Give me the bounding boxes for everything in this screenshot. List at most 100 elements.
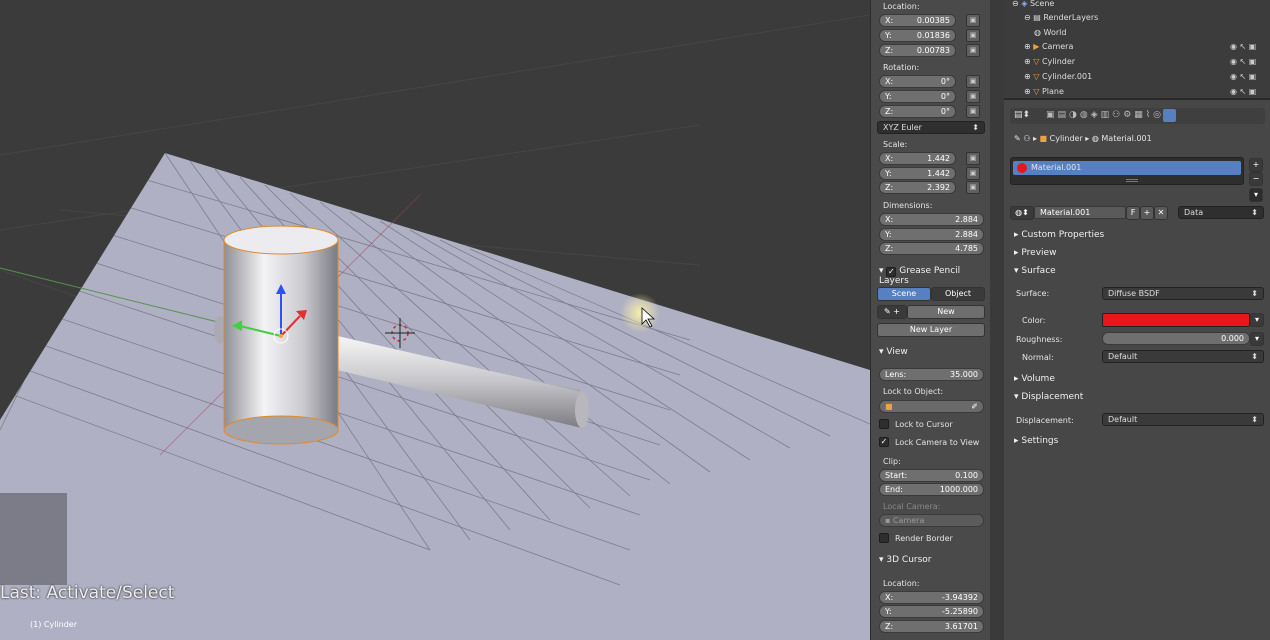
grease-scene-tab[interactable]: Scene <box>877 287 931 301</box>
material-browse-button[interactable]: ◍⬍ <box>1010 206 1034 220</box>
pencil-icon[interactable]: ✎ + <box>877 305 907 319</box>
camera-icon: ▪ <box>885 516 891 525</box>
displacement-dropdown[interactable]: Default ⬍ <box>1102 413 1264 426</box>
3d-cursor-header[interactable]: ▾ 3D Cursor <box>879 555 932 565</box>
outliner-item-cylinder[interactable]: ⊕ ▽ Cylinder <box>1024 57 1075 66</box>
remove-slot-button[interactable]: − <box>1249 172 1263 186</box>
lock-icon[interactable]: ▣ <box>966 105 980 118</box>
field-value: 35.000 <box>950 370 978 379</box>
rotation-z-field[interactable]: Z: 0° <box>879 105 956 118</box>
fake-user-button[interactable]: F <box>1126 206 1140 220</box>
new-layer-button[interactable]: New Layer <box>877 323 985 337</box>
lock-icon[interactable]: ▣ <box>966 14 980 27</box>
outliner-item-renderlayers[interactable]: ⊖ ▤ RenderLayers <box>1024 13 1098 22</box>
lens-field[interactable]: Lens: 35.000 <box>879 368 984 381</box>
grease-new-button[interactable]: New <box>907 305 985 319</box>
dimension-y-field[interactable]: Y: 2.884 <box>879 228 984 241</box>
visibility-icons[interactable]: ◉ ↖ ▣ <box>1230 87 1256 96</box>
link-mode-dropdown[interactable]: Data ⬍ <box>1178 206 1264 219</box>
cursor-y-field[interactable]: Y: -5.25890 <box>879 605 984 618</box>
dimension-x-field[interactable]: X: 2.884 <box>879 213 984 226</box>
rotation-x-field[interactable]: X: 0° <box>879 75 956 88</box>
lock-icon[interactable]: ▣ <box>966 152 980 165</box>
custom-properties-header[interactable]: ▸ Custom Properties <box>1014 230 1104 240</box>
color-swatch[interactable] <box>1102 313 1250 327</box>
new-material-button[interactable]: + <box>1140 206 1154 220</box>
volume-header[interactable]: ▸ Volume <box>1014 374 1055 384</box>
scale-z-field[interactable]: Z: 2.392 <box>879 181 956 194</box>
lock-object-field[interactable]: ■ ✐ <box>879 400 984 413</box>
surface-header[interactable]: ▾ Surface <box>1014 266 1056 276</box>
clip-start-field[interactable]: Start: 0.100 <box>879 469 984 482</box>
material-name-field[interactable]: Material.001 <box>1034 206 1126 219</box>
scale-x-field[interactable]: X: 1.442 <box>879 152 956 165</box>
grease-object-tab[interactable]: Object <box>931 287 985 301</box>
editor-type-icon[interactable]: ▤⬍ <box>1014 110 1030 120</box>
ground-plane[interactable] <box>0 153 870 640</box>
last-operator-label[interactable]: Last: Activate/Select <box>0 583 174 603</box>
rotation-mode-dropdown[interactable]: XYZ Euler ⬍ <box>877 121 985 134</box>
lock-icon[interactable]: ▣ <box>966 181 980 194</box>
surface-shader-dropdown[interactable]: Diffuse BSDF ⬍ <box>1102 287 1264 300</box>
normal-dropdown[interactable]: Default ⬍ <box>1102 350 1264 363</box>
outliner-item-plane[interactable]: ⊕ ▽ Plane <box>1024 87 1064 96</box>
navigation-widget[interactable] <box>0 493 67 585</box>
slot-specials-button[interactable]: ▾ <box>1249 188 1263 202</box>
pin-icon[interactable]: ✎ <box>1014 134 1021 143</box>
outliner-item-camera[interactable]: ⊕ ▶ Camera <box>1024 42 1073 51</box>
settings-header[interactable]: ▸ Settings <box>1014 436 1058 446</box>
roughness-slider[interactable]: 0.000 <box>1102 332 1250 345</box>
material-slot-list[interactable]: Material.001 <box>1010 157 1244 185</box>
lock-icon[interactable]: ▣ <box>966 75 980 88</box>
dimension-z-field[interactable]: Z: 4.785 <box>879 242 984 255</box>
outliner-item-scene[interactable]: ⊖ ◈ Scene <box>1012 0 1054 8</box>
object-icon: ⚇ <box>1023 134 1031 143</box>
lock-to-cursor-checkbox[interactable] <box>879 419 889 429</box>
add-slot-button[interactable]: + <box>1249 158 1263 172</box>
cursor-z-field[interactable]: Z: 3.61701 <box>879 620 984 633</box>
material-slot-item[interactable]: Material.001 <box>1013 161 1241 175</box>
section-title: Preview <box>1021 248 1057 258</box>
3d-viewport[interactable]: Last: Activate/Select (1) Cylinder <box>0 0 870 640</box>
resize-grip[interactable] <box>1126 179 1138 180</box>
outliner[interactable]: ⊖ ◈ Scene ⊖ ▤ RenderLayers ◍ World ⊕ ▶ C… <box>1004 0 1270 100</box>
grease-pencil-header[interactable]: ▾ ✓ Grease Pencil Layers <box>879 266 990 286</box>
field-value: 1.442 <box>927 154 950 163</box>
item-label: Plane <box>1041 87 1064 96</box>
properties-tabs[interactable]: ▤⬍ ▣▤◑◍◈▥⚇⚙▦⌇◎ <box>1010 108 1265 124</box>
clip-end-field[interactable]: End: 1000.000 <box>879 483 984 496</box>
material-tab-icon[interactable] <box>1163 109 1176 122</box>
rotation-y-field[interactable]: Y: 0° <box>879 90 956 103</box>
outliner-item-world[interactable]: ◍ World <box>1034 28 1066 37</box>
lock-camera-checkbox[interactable]: ✓ <box>879 437 889 447</box>
socket-link-button[interactable]: ▾ <box>1250 313 1264 327</box>
lock-icon[interactable]: ▣ <box>966 90 980 103</box>
displacement-header[interactable]: ▾ Displacement <box>1014 392 1083 402</box>
lock-icon[interactable]: ▣ <box>966 44 980 57</box>
unlink-material-button[interactable]: ✕ <box>1154 206 1168 220</box>
visibility-icons[interactable]: ◉ ↖ ▣ <box>1230 42 1256 51</box>
location-x-field[interactable]: X: 0.00385 <box>879 14 956 27</box>
eyedropper-icon[interactable]: ✐ <box>971 402 978 411</box>
local-camera-field[interactable]: ▪ Camera <box>879 514 984 527</box>
visibility-icons[interactable]: ◉ ↖ ▣ <box>1230 57 1256 66</box>
lock-icon[interactable]: ▣ <box>966 29 980 42</box>
preview-header[interactable]: ▸ Preview <box>1014 248 1056 258</box>
location-z-field[interactable]: Z: 0.00783 <box>879 44 956 57</box>
world-icon: ◍ <box>1034 28 1041 37</box>
socket-link-button[interactable]: ▾ <box>1250 332 1264 346</box>
grease-enable-checkbox[interactable]: ✓ <box>886 267 897 277</box>
viewport-scene[interactable] <box>0 0 870 640</box>
scale-y-field[interactable]: Y: 1.442 <box>879 167 956 180</box>
outliner-item-cylinder-001[interactable]: ⊕ ▽ Cylinder.001 <box>1024 72 1092 81</box>
location-y-field[interactable]: Y: 0.01836 <box>879 29 956 42</box>
cursor-x-field[interactable]: X: -3.94392 <box>879 591 984 604</box>
render-border-checkbox[interactable] <box>879 533 889 543</box>
region-divider[interactable] <box>990 0 1004 640</box>
visibility-icons[interactable]: ◉ ↖ ▣ <box>1230 72 1256 81</box>
axis-label: X: <box>885 154 894 163</box>
breadcrumb-material: Material.001 <box>1101 134 1152 143</box>
lock-icon[interactable]: ▣ <box>966 167 980 180</box>
view-header[interactable]: ▾ View <box>879 347 908 357</box>
context-tab-icons[interactable]: ▣▤◑◍◈▥⚇⚙▦⌇◎ <box>1046 110 1164 120</box>
